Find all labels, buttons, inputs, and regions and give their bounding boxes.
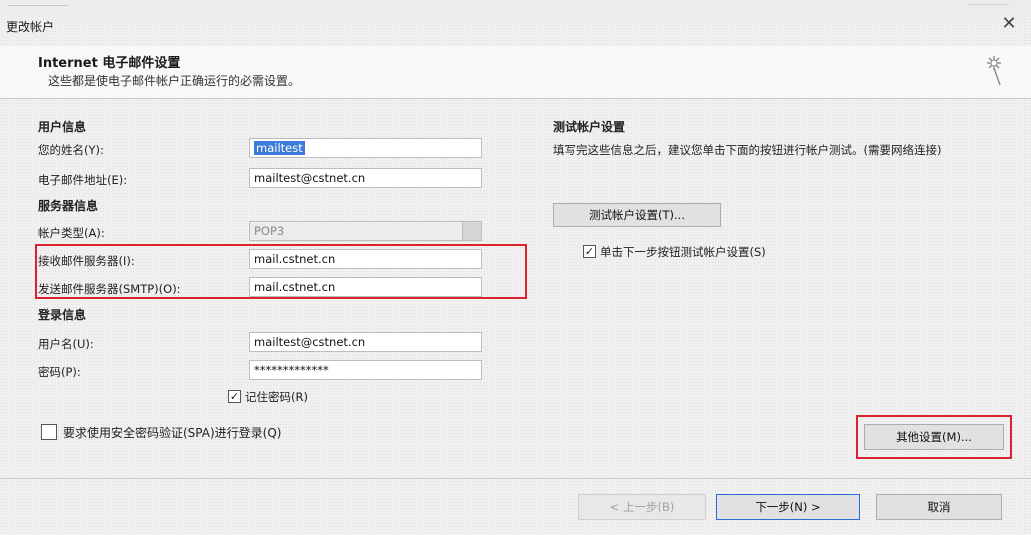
cancel-button[interactable]: 取消: [876, 494, 1002, 520]
checkmark-icon: ✓: [229, 390, 240, 403]
user-info-heading: 用户信息: [38, 120, 87, 134]
spa-checkbox[interactable]: [41, 424, 57, 440]
spa-label: 要求使用安全密码验证(SPA)进行登录(Q): [63, 426, 282, 440]
username-field[interactable]: mailtest@cstnet.cn: [249, 332, 482, 352]
password-field[interactable]: *************: [249, 360, 482, 380]
more-settings-button[interactable]: 其他设置(M)...: [864, 424, 1004, 450]
account-type-value: POP3: [254, 224, 285, 238]
test-settings-description: 填写完这些信息之后，建议您单击下面的按钮进行帐户测试。(需要网络连接): [553, 143, 942, 157]
back-button[interactable]: < 上一步(B): [578, 494, 706, 520]
checkmark-icon: ✓: [584, 245, 595, 258]
outgoing-server-label: 发送邮件服务器(SMTP)(O):: [38, 282, 181, 296]
strip-decoration-right: [969, 4, 1009, 10]
name-field[interactable]: mailtest: [249, 138, 482, 158]
email-label: 电子邮件地址(E):: [38, 173, 128, 187]
footer-separator: [0, 478, 1031, 479]
window-title: 更改帐户: [6, 20, 55, 34]
incoming-server-field[interactable]: mail.cstnet.cn: [249, 249, 482, 269]
account-type-select: POP3: [249, 221, 482, 241]
remember-password-checkbox[interactable]: ✓: [228, 390, 241, 403]
username-label: 用户名(U):: [38, 337, 94, 351]
test-settings-heading: 测试帐户设置: [553, 120, 626, 134]
remember-password-label: 记住密码(R): [245, 390, 308, 404]
auto-test-label: 单击下一步按钮测试帐户设置(S): [600, 245, 766, 259]
wizard-sparkle-icon: [987, 56, 1001, 86]
auto-test-checkbox[interactable]: ✓: [583, 245, 596, 258]
name-value-selected: mailtest: [254, 141, 305, 155]
logon-info-heading: 登录信息: [38, 308, 87, 322]
test-account-button[interactable]: 测试帐户设置(T)...: [553, 203, 721, 227]
strip-decoration: [8, 5, 68, 10]
outgoing-server-field[interactable]: mail.cstnet.cn: [249, 277, 482, 297]
password-label: 密码(P):: [38, 365, 81, 379]
name-label: 您的姓名(Y):: [38, 143, 104, 157]
close-icon[interactable]: ✕: [999, 14, 1019, 34]
next-button[interactable]: 下一步(N) >: [716, 494, 860, 520]
account-type-label: 帐户类型(A):: [38, 226, 105, 240]
top-strip: [0, 0, 1031, 18]
email-field[interactable]: mailtest@cstnet.cn: [249, 168, 482, 188]
dropdown-arrow-icon: [462, 222, 481, 240]
incoming-server-label: 接收邮件服务器(I):: [38, 254, 135, 268]
header-subtitle: 这些都是使电子邮件帐户正确运行的必需设置。: [48, 74, 301, 88]
server-info-heading: 服务器信息: [38, 199, 99, 213]
header-title: Internet 电子邮件设置: [38, 56, 181, 71]
